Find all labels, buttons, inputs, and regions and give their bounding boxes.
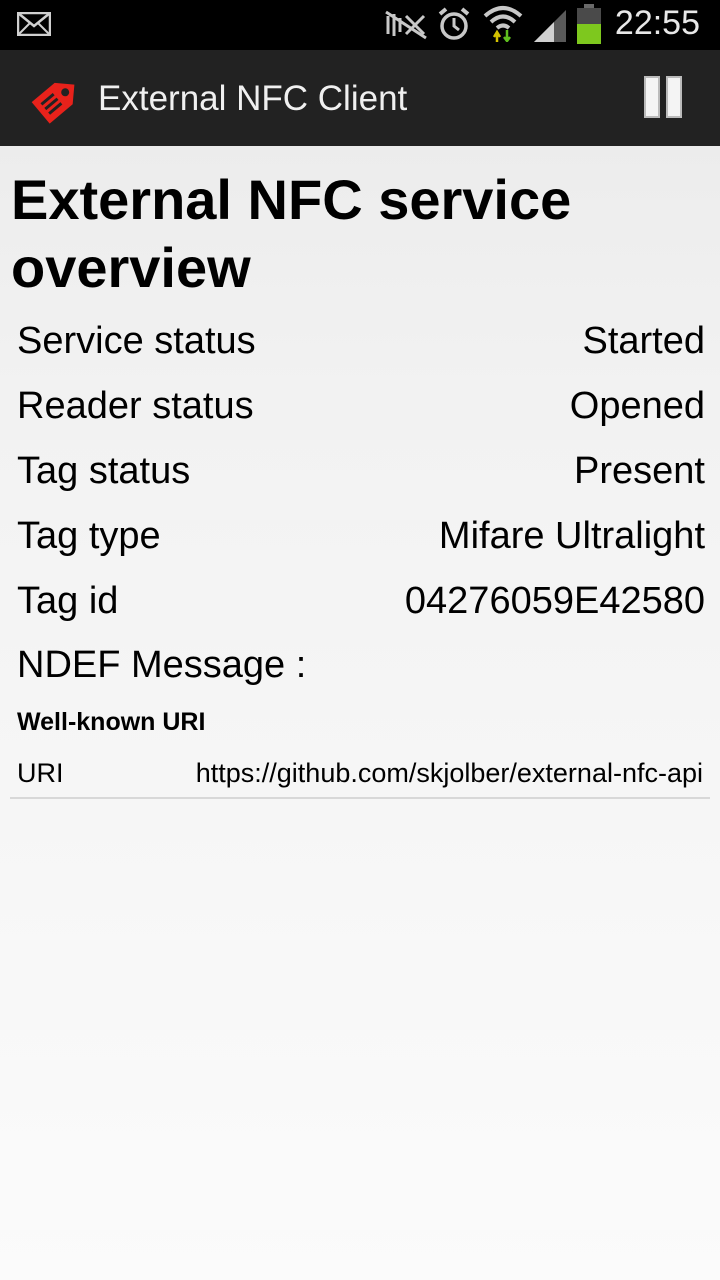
row-value: Mifare Ultralight bbox=[438, 515, 705, 557]
alarm-icon bbox=[438, 7, 470, 40]
row-value: Started bbox=[582, 320, 705, 362]
row-label: Reader status bbox=[17, 385, 254, 427]
wifi-icon bbox=[483, 6, 523, 42]
row-value: Present bbox=[574, 450, 705, 492]
signal-icon bbox=[534, 10, 566, 42]
ndef-heading: NDEF Message : bbox=[17, 644, 307, 686]
row-label: Tag type bbox=[17, 515, 161, 557]
pause-icon[interactable] bbox=[640, 74, 688, 122]
row-label: Tag status bbox=[17, 450, 191, 492]
row-value: Opened bbox=[569, 385, 705, 427]
uri-label: URI bbox=[17, 758, 64, 788]
status-bar: 22:55 bbox=[0, 0, 720, 50]
battery-icon bbox=[577, 4, 601, 44]
row-value: 04276059E42580 bbox=[404, 580, 705, 622]
divider bbox=[10, 797, 710, 799]
tag-id-row: Tag id 04276059E42580 bbox=[17, 580, 705, 630]
service-status-row: Service status Started bbox=[17, 320, 705, 370]
tag-status-row: Tag status Present bbox=[17, 450, 705, 500]
mail-icon bbox=[17, 12, 51, 36]
row-label: Service status bbox=[17, 320, 256, 362]
nfc-mute-icon bbox=[385, 10, 427, 40]
clock: 22:55 bbox=[614, 4, 700, 42]
uri-value[interactable]: https://github.com/skjolber/external-nfc… bbox=[196, 758, 703, 789]
action-bar: External NFC Client bbox=[0, 50, 720, 146]
reader-status-row: Reader status Opened bbox=[17, 385, 705, 435]
app-title: External NFC Client bbox=[98, 79, 408, 118]
tag-type-row: Tag type Mifare Ultralight bbox=[17, 515, 705, 565]
page-title: External NFC service overview bbox=[11, 168, 572, 299]
nfc-tag-logo-icon[interactable] bbox=[28, 68, 84, 128]
record-type: Well-known URI bbox=[17, 708, 206, 736]
row-label: Tag id bbox=[17, 580, 119, 622]
uri-record-row[interactable]: URI https://github.com/skjolber/external… bbox=[17, 758, 705, 792]
